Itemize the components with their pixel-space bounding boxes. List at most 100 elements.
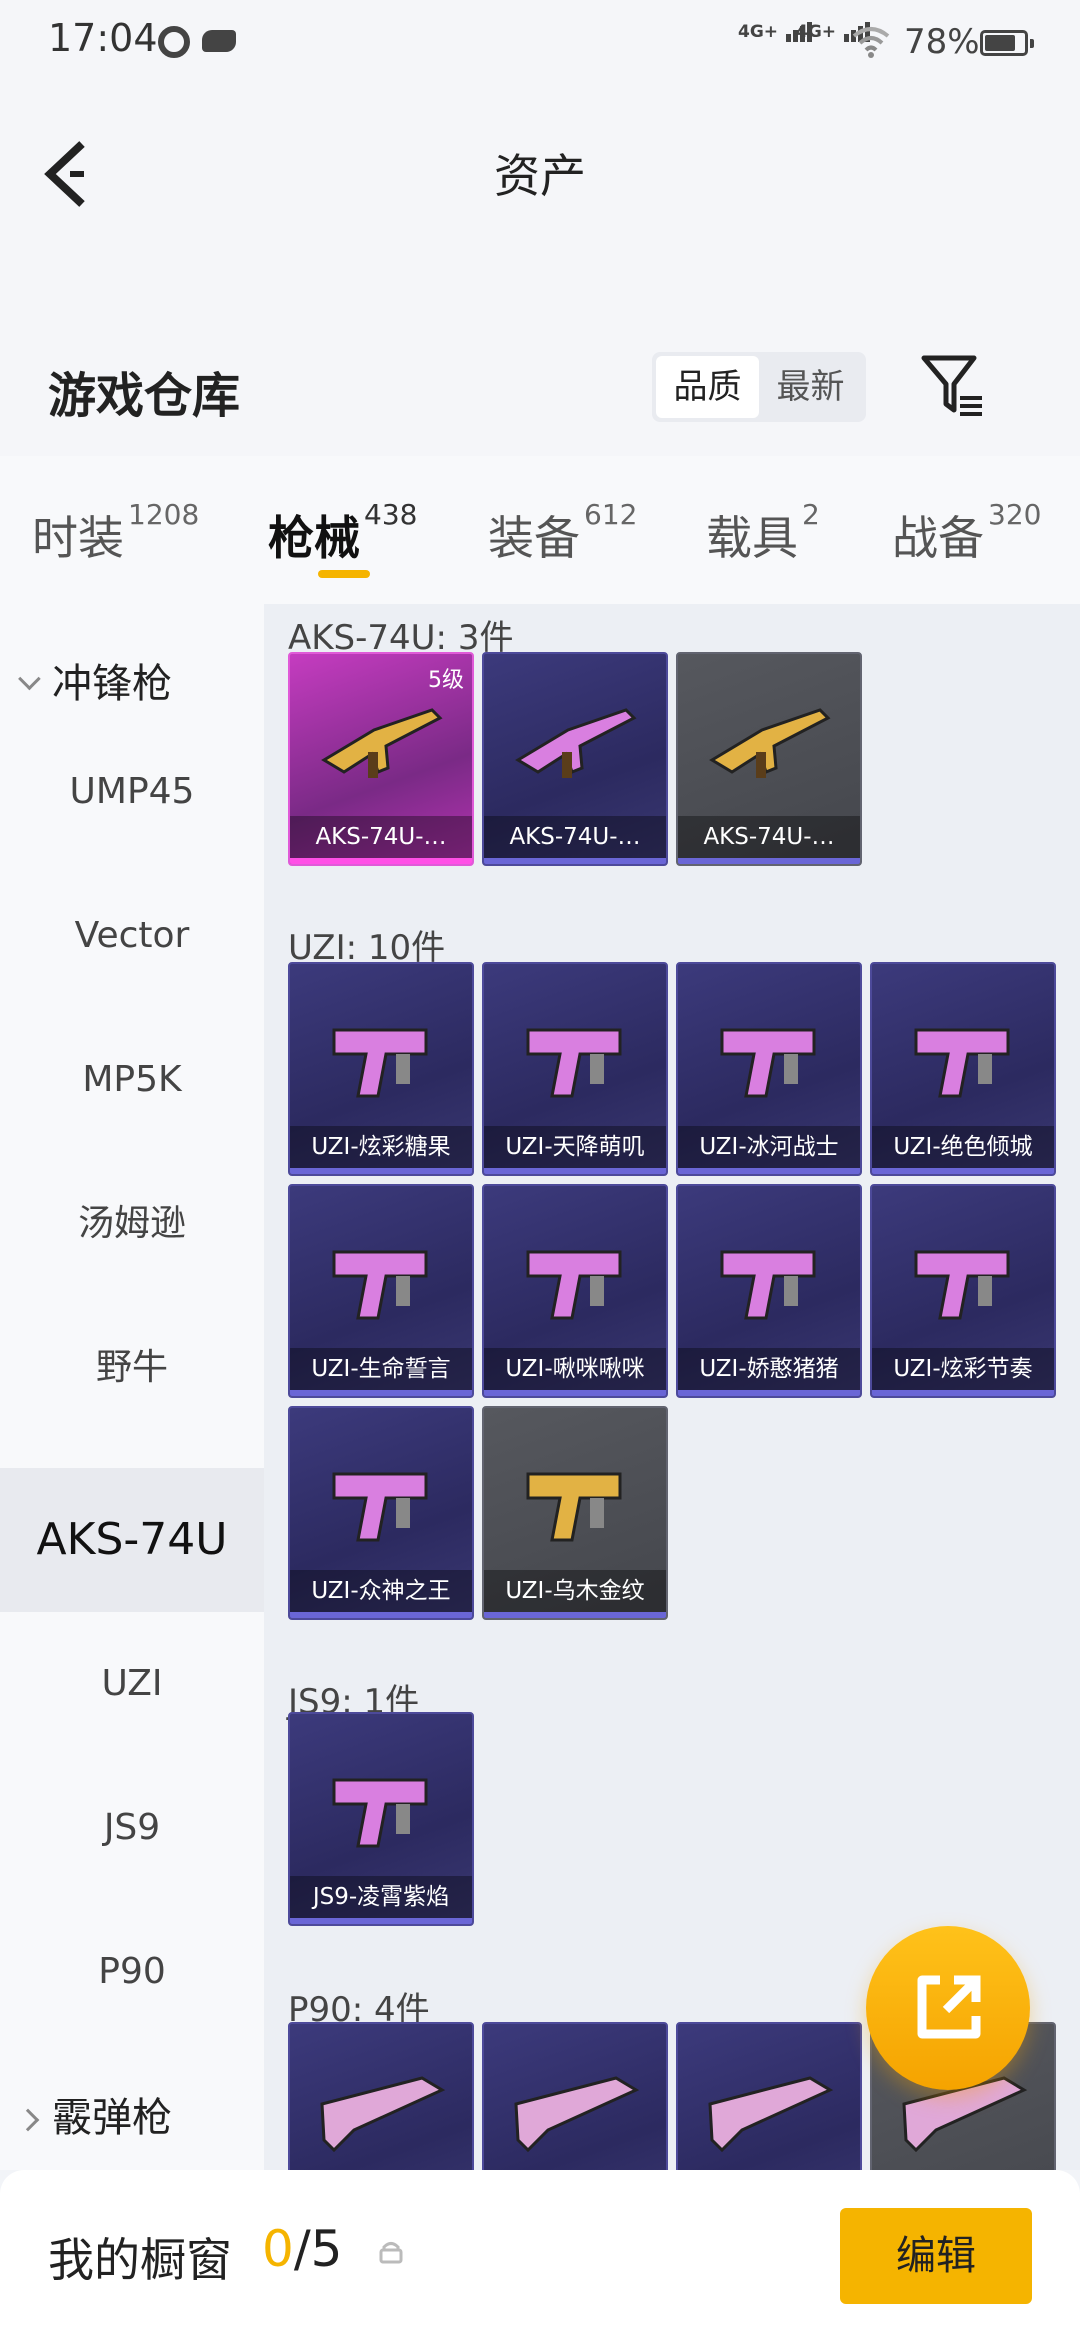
sidebar-item-aks74u[interactable]: AKS-74U xyxy=(0,1468,264,1612)
weapon-card[interactable]: UZI-炫彩节奏 xyxy=(870,1184,1056,1398)
page-title: 资产 xyxy=(494,149,586,203)
p90-icon xyxy=(514,2076,640,2153)
sidebar-group-shotgun[interactable]: 霰弹枪 xyxy=(16,2088,172,2148)
weapon-name: JS9-凌霄紫焰 xyxy=(290,1876,472,1918)
battery-icon xyxy=(980,30,1034,56)
rifle-icon xyxy=(321,708,443,778)
sidebar-group-smg[interactable]: 冲锋枪 xyxy=(18,654,172,714)
weapon-card[interactable]: UZI-乌木金纹 xyxy=(482,1406,668,1620)
rarity-bar xyxy=(484,1390,666,1396)
signal-label-2: 4G+ xyxy=(796,22,837,42)
chevron-down-icon xyxy=(18,667,41,691)
showcase-count: 0/5 xyxy=(262,2220,343,2278)
rarity-bar xyxy=(678,858,860,864)
smg-icon xyxy=(526,1028,622,1098)
weapon-card[interactable]: UZI-众神之王 xyxy=(288,1406,474,1620)
battery-percent: 78% xyxy=(904,22,980,62)
rarity-bar xyxy=(484,1612,666,1618)
app-notification-icon xyxy=(158,26,190,58)
weapon-card[interactable]: AKS-74U-… xyxy=(676,652,862,866)
sidebar-item-js9[interactable]: JS9 xyxy=(0,1756,264,1900)
lock-icon xyxy=(379,2242,403,2264)
sidebar-item-thompson[interactable]: 汤姆逊 xyxy=(0,1152,264,1296)
rarity-bar xyxy=(678,1390,860,1396)
smg-icon xyxy=(332,1028,428,1098)
weapon-name: AKS-74U-… xyxy=(484,816,666,858)
weapon-card[interactable] xyxy=(288,2022,474,2170)
tab-firearms[interactable]: 枪械 438 xyxy=(268,498,417,568)
warehouse-title: 游戏仓库 xyxy=(48,368,241,424)
smg-icon xyxy=(526,1250,622,1320)
p90-icon xyxy=(320,2076,446,2153)
share-icon xyxy=(917,1975,981,2039)
rarity-bar xyxy=(872,1168,1054,1174)
category-tabs: 时装 1208 枪械 438 装备 612 载具 2 战备 320 xyxy=(0,456,1080,604)
showcase-bar: 我的橱窗 0/5 编辑 xyxy=(0,2170,1080,2340)
tab-vehicles[interactable]: 载具 2 xyxy=(706,498,820,568)
sort-toggle[interactable]: 品质 最新 xyxy=(652,352,866,422)
weapon-name: UZI-炫彩节奏 xyxy=(872,1348,1054,1390)
status-bar: 17:04 4G+ 4G+ 78% xyxy=(0,0,1080,84)
weapon-card[interactable]: UZI-冰河战士 xyxy=(676,962,862,1176)
weapon-name: AKS-74U-… xyxy=(290,816,472,858)
smg-icon xyxy=(914,1028,1010,1098)
tab-equipment[interactable]: 装备 612 xyxy=(488,498,637,568)
weapon-card[interactable] xyxy=(676,2022,862,2170)
sort-newest-option[interactable]: 最新 xyxy=(759,356,862,418)
weapon-name: AKS-74U-… xyxy=(678,816,860,858)
sidebar-item-p90[interactable]: P90 xyxy=(0,1900,264,2044)
smg-icon xyxy=(332,1778,428,1848)
weapon-card[interactable]: UZI-娇憨猪猪 xyxy=(676,1184,862,1398)
tab-fashion[interactable]: 时装 1208 xyxy=(32,498,199,568)
edit-button[interactable]: 编辑 xyxy=(840,2208,1032,2304)
smg-icon xyxy=(332,1472,428,1542)
smg-icon xyxy=(720,1028,816,1098)
rifle-icon xyxy=(709,708,831,778)
weapon-card[interactable]: 5级 AKS-74U-… xyxy=(288,652,474,866)
signal-label: 4G+ xyxy=(738,22,779,42)
filter-icon[interactable] xyxy=(920,352,986,422)
weapon-name: UZI-生命誓言 xyxy=(290,1348,472,1390)
smg-icon xyxy=(914,1250,1010,1320)
status-time: 17:04 xyxy=(48,16,158,60)
weapon-name: UZI-乌木金纹 xyxy=(484,1570,666,1612)
sidebar-item-uzi[interactable]: UZI xyxy=(0,1612,264,1756)
share-button[interactable] xyxy=(866,1926,1030,2090)
weapon-name: UZI-娇憨猪猪 xyxy=(678,1348,860,1390)
rarity-bar xyxy=(484,1168,666,1174)
weapon-card[interactable]: UZI-天降萌叽 xyxy=(482,962,668,1176)
sidebar-item-vector[interactable]: Vector xyxy=(0,864,264,1008)
weapon-sidebar: 冲锋枪 UMP45 Vector MP5K 汤姆逊 野牛 AKS-74U UZI… xyxy=(0,604,264,2170)
sidebar-item-ump45[interactable]: UMP45 xyxy=(0,720,264,864)
wifi-icon xyxy=(852,27,890,58)
weapon-card[interactable]: JS9-凌霄紫焰 xyxy=(288,1712,474,1926)
weapon-card[interactable] xyxy=(482,2022,668,2170)
header: 资产 游戏仓库 品质 最新 xyxy=(0,84,1080,456)
tab-combat-supplies[interactable]: 战备 320 xyxy=(892,498,1041,568)
weapon-name: UZI-啾咪啾咪 xyxy=(484,1348,666,1390)
rarity-bar xyxy=(678,1168,860,1174)
rarity-bar xyxy=(290,1612,472,1618)
showcase-label: 我的橱窗 xyxy=(48,2233,232,2287)
sort-quality-option[interactable]: 品质 xyxy=(656,356,759,418)
sidebar-item-mp5k[interactable]: MP5K xyxy=(0,1008,264,1152)
rarity-bar xyxy=(484,858,666,864)
smg-icon xyxy=(332,1250,428,1320)
active-tab-indicator xyxy=(318,570,370,578)
rarity-bar xyxy=(290,1918,472,1924)
weapon-card[interactable]: UZI-啾咪啾咪 xyxy=(482,1184,668,1398)
weapon-name: UZI-冰河战士 xyxy=(678,1126,860,1168)
weapon-name: UZI-天降萌叽 xyxy=(484,1126,666,1168)
rarity-bar xyxy=(290,1390,472,1396)
p90-icon xyxy=(708,2076,834,2153)
smg-icon xyxy=(720,1250,816,1320)
weapon-card[interactable]: UZI-炫彩糖果 xyxy=(288,962,474,1176)
weapon-name: UZI-炫彩糖果 xyxy=(290,1126,472,1168)
weapon-card[interactable]: AKS-74U-… xyxy=(482,652,668,866)
rifle-icon xyxy=(515,708,637,778)
weapon-card[interactable]: UZI-生命誓言 xyxy=(288,1184,474,1398)
smg-icon xyxy=(526,1472,622,1542)
weapon-card[interactable]: UZI-绝色倾城 xyxy=(870,962,1056,1176)
weapon-name: UZI-绝色倾城 xyxy=(872,1126,1054,1168)
sidebar-item-bizon[interactable]: 野牛 xyxy=(0,1296,264,1440)
